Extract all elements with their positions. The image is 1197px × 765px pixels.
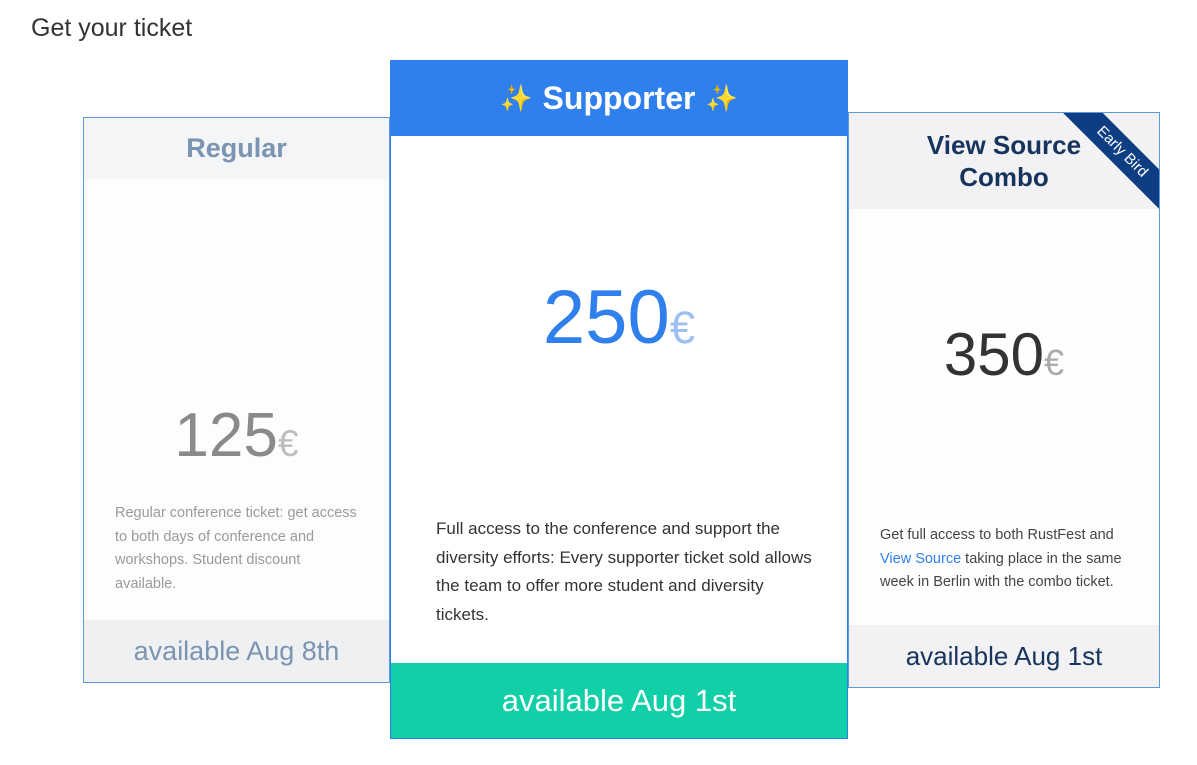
currency-symbol: € xyxy=(277,422,299,464)
sparkles-icon: ✨ xyxy=(500,83,533,113)
availability-label: available Aug 1st xyxy=(849,625,1159,687)
description-text: Get full access to both RustFest and xyxy=(880,527,1114,543)
ticket-name: Regular xyxy=(84,118,389,179)
ticket-card-supporter[interactable]: ✨ Supporter ✨ 250€ Full access to the co… xyxy=(390,60,848,739)
page-title: Get your ticket xyxy=(31,14,193,42)
ticket-header: ✨ Supporter ✨ xyxy=(391,61,847,136)
view-source-link[interactable]: View Source xyxy=(880,551,961,567)
price-amount: 350 xyxy=(943,321,1045,388)
ticket-name: Supporter xyxy=(542,80,696,116)
price-amount: 250 xyxy=(542,275,670,360)
ticket-price: 125€ xyxy=(84,400,389,471)
ticket-description: Get full access to both RustFest and Vie… xyxy=(880,524,1140,595)
ticket-description: Full access to the conference and suppor… xyxy=(436,519,812,624)
sparkles-icon: ✨ xyxy=(705,83,738,113)
availability-label: available Aug 8th xyxy=(84,620,389,682)
availability-label: available Aug 1st xyxy=(391,663,847,738)
ticket-price: 350€ xyxy=(849,320,1159,389)
ticket-card-combo[interactable]: Early Bird View Source Combo 350€ Get fu… xyxy=(848,112,1160,688)
price-amount: 125 xyxy=(174,401,278,470)
currency-symbol: € xyxy=(669,302,696,353)
ticket-card-regular[interactable]: Regular 125€ Regular conference ticket: … xyxy=(83,117,390,683)
currency-symbol: € xyxy=(1044,342,1065,383)
ticket-price: 250€ xyxy=(391,274,847,361)
ticket-description: Regular conference ticket: get access to… xyxy=(115,505,357,592)
